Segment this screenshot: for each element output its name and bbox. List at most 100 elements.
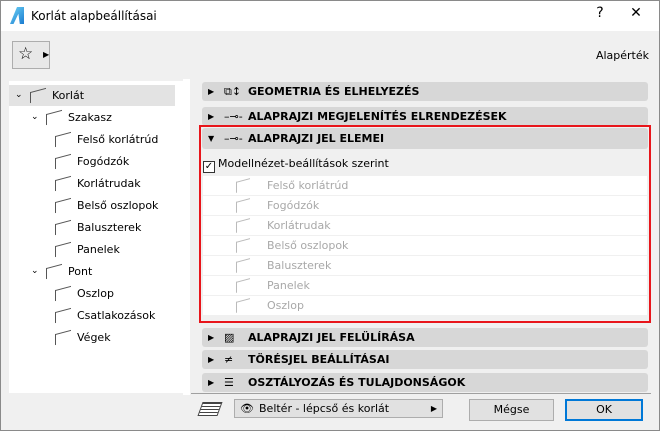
tree-item-label: Felső korlátrúd [77,133,159,146]
layer-icon [197,402,223,416]
railing-element-icon [55,307,71,324]
symbol-element-row: Baluszterek [203,256,647,275]
tree-item[interactable]: Panelek [9,239,175,260]
tree-item-label: Fogódzók [77,155,130,168]
railing-element-icon [236,298,250,313]
tree-item-label: Korlátrudak [77,177,141,190]
ok-button[interactable]: OK [565,399,643,421]
symbol-element-row: Fogódzók [203,196,647,215]
tree-item[interactable]: Oszlop [9,283,175,304]
tree-item[interactable]: Baluszterek [9,217,175,238]
railing-element-icon [55,175,71,192]
arrow-right-icon: ▶ [430,404,437,413]
railing-element-icon [46,263,62,280]
railing-element-icon [55,329,71,346]
railing-element-icon [236,258,250,273]
tree-item[interactable]: Végek [9,327,175,348]
railing-element-icon [55,285,71,302]
triangle-right-icon: ▶ [208,112,215,121]
separator [191,393,651,394]
title-bar: Korlát alapbeállításai ? ✕ [1,1,659,31]
tree-item-label: Baluszterek [77,221,142,234]
section-header[interactable]: ▶ ☰ OSZTÁLYOZÁS ÉS TULAJDONSÁGOK [202,373,648,392]
break-mark-icon: ≠ [224,353,234,366]
symbol-element-label: Belső oszlopok [267,239,349,252]
tree-item[interactable]: Felső korlátrúd [9,129,175,150]
symbol-element-label: Baluszterek [267,259,332,272]
panel-divider[interactable] [183,79,190,395]
section-header[interactable]: ▶ ▨ ALAPRAJZI JEL FELÜLÍRÁSA [202,328,648,347]
archicad-logo-icon [10,7,24,24]
triangle-right-icon: ▶ [208,333,215,342]
section-header[interactable]: ▶ ⧉↕ GEOMETRIA ÉS ELHELYEZÉS [202,82,648,101]
symbol-element-row: Panelek [203,276,647,295]
railing-element-icon [55,131,71,148]
tree-item-label: Csatlakozások [77,309,156,322]
symbol-element-label: Korlátrudak [267,219,331,232]
tree-item-label: Végek [77,331,111,344]
section-title: ALAPRAJZI JEL FELÜLÍRÁSA [248,331,415,344]
symbol-element-row: Felső korlátrúd [203,176,647,195]
triangle-right-icon: ▶ [208,355,215,364]
triangle-right-icon: ▶ [208,378,215,387]
section-title: GEOMETRIA ÉS ELHELYEZÉS [248,85,420,98]
tree-item-label: Pont [68,265,93,278]
section-header[interactable]: ▶ ≠ TÖRÉSJEL BEÁLLÍTÁSAI [202,350,648,369]
layer-dropdown[interactable]: 👁 Beltér - lépcső és korlát ▶ [234,399,443,418]
settings-tree: ⌄ Korlát ⌄ Szakasz Felső korlátrúd Fogódzók Ko… [9,81,184,393]
window-title: Korlát alapbeállításai [31,9,157,23]
symbol-element-label: Oszlop [267,299,304,312]
layer-value: Beltér - lépcső és korlát [259,402,390,415]
tree-item[interactable]: Korlátrudak [9,173,175,194]
tree-item-label: Belső oszlopok [77,199,159,212]
tree-item-label: Panelek [77,243,120,256]
symbol-element-label: Felső korlátrúd [267,179,349,192]
symbol-element-row: Belső oszlopok [203,236,647,255]
railing-element-icon [55,197,71,214]
section-header[interactable]: ▶ –⊸- ALAPRAJZI MEGJELENÍTÉS ELRENDEZÉSEK [202,107,648,126]
railing-element-icon [236,178,250,193]
tree-item[interactable]: Belső oszlopok [9,195,175,216]
checkbox-label: Modellnézet-beállítások szerint [218,157,389,170]
symbol-element-label: Panelek [267,279,310,292]
symbol-element-row: Oszlop [203,296,647,315]
chevron-down-icon[interactable]: ⌄ [15,85,23,106]
document-icon: ☰ [224,376,234,389]
section-title: OSZTÁLYOZÁS ÉS TULAJDONSÁGOK [248,376,466,389]
section-title: ALAPRAJZI MEGJELENÍTÉS ELRENDEZÉSEK [248,110,507,123]
arrow-right-icon: ▶ [43,50,50,59]
tree-item-label: Korlát [52,89,85,102]
checkbox-checked-icon[interactable]: ✓ [203,161,215,173]
chevron-down-icon[interactable]: ⌄ [31,261,39,282]
tree-item[interactable]: ⌄ Korlát [9,85,175,106]
railing-element-icon [236,238,250,253]
favorites-button[interactable]: ☆ ▶ [12,41,50,69]
tree-item-label: Oszlop [77,287,114,300]
model-view-checkbox[interactable]: ✓ Modellnézet-beállítások szerint [203,157,389,173]
cancel-button[interactable]: Mégse [469,399,554,421]
geometry-icon: ⧉↕ [224,85,242,98]
dialog-window: Korlát alapbeállításai ? ✕ ☆ ▶ Alapérték… [0,0,660,431]
railing-element-icon [236,278,250,293]
tree-item[interactable]: ⌄ Szakasz [9,107,175,128]
railing-element-icon [46,109,62,126]
railing-element-icon [55,241,71,258]
override-icon: ▨ [224,331,235,344]
railing-element-icon [30,87,46,104]
star-icon: ☆ [18,44,34,64]
railing-element-icon [236,218,250,233]
railing-element-icon [55,219,71,236]
chevron-down-icon[interactable]: ⌄ [31,107,39,128]
tree-item[interactable]: Fogódzók [9,151,175,172]
triangle-right-icon: ▶ [208,87,215,96]
symbol-element-row: Korlátrudak [203,216,647,235]
tree-item-label: Szakasz [68,111,112,124]
close-button[interactable]: ✕ [621,5,651,21]
tree-item[interactable]: ⌄ Pont [9,261,175,282]
symbol-element-label: Fogódzók [267,199,320,212]
floorplan-icon: –⊸- [224,110,243,123]
section-title: TÖRÉSJEL BEÁLLÍTÁSAI [248,353,390,366]
tree-item[interactable]: Csatlakozások [9,305,175,326]
railing-element-icon [236,198,250,213]
help-button[interactable]: ? [585,5,615,21]
